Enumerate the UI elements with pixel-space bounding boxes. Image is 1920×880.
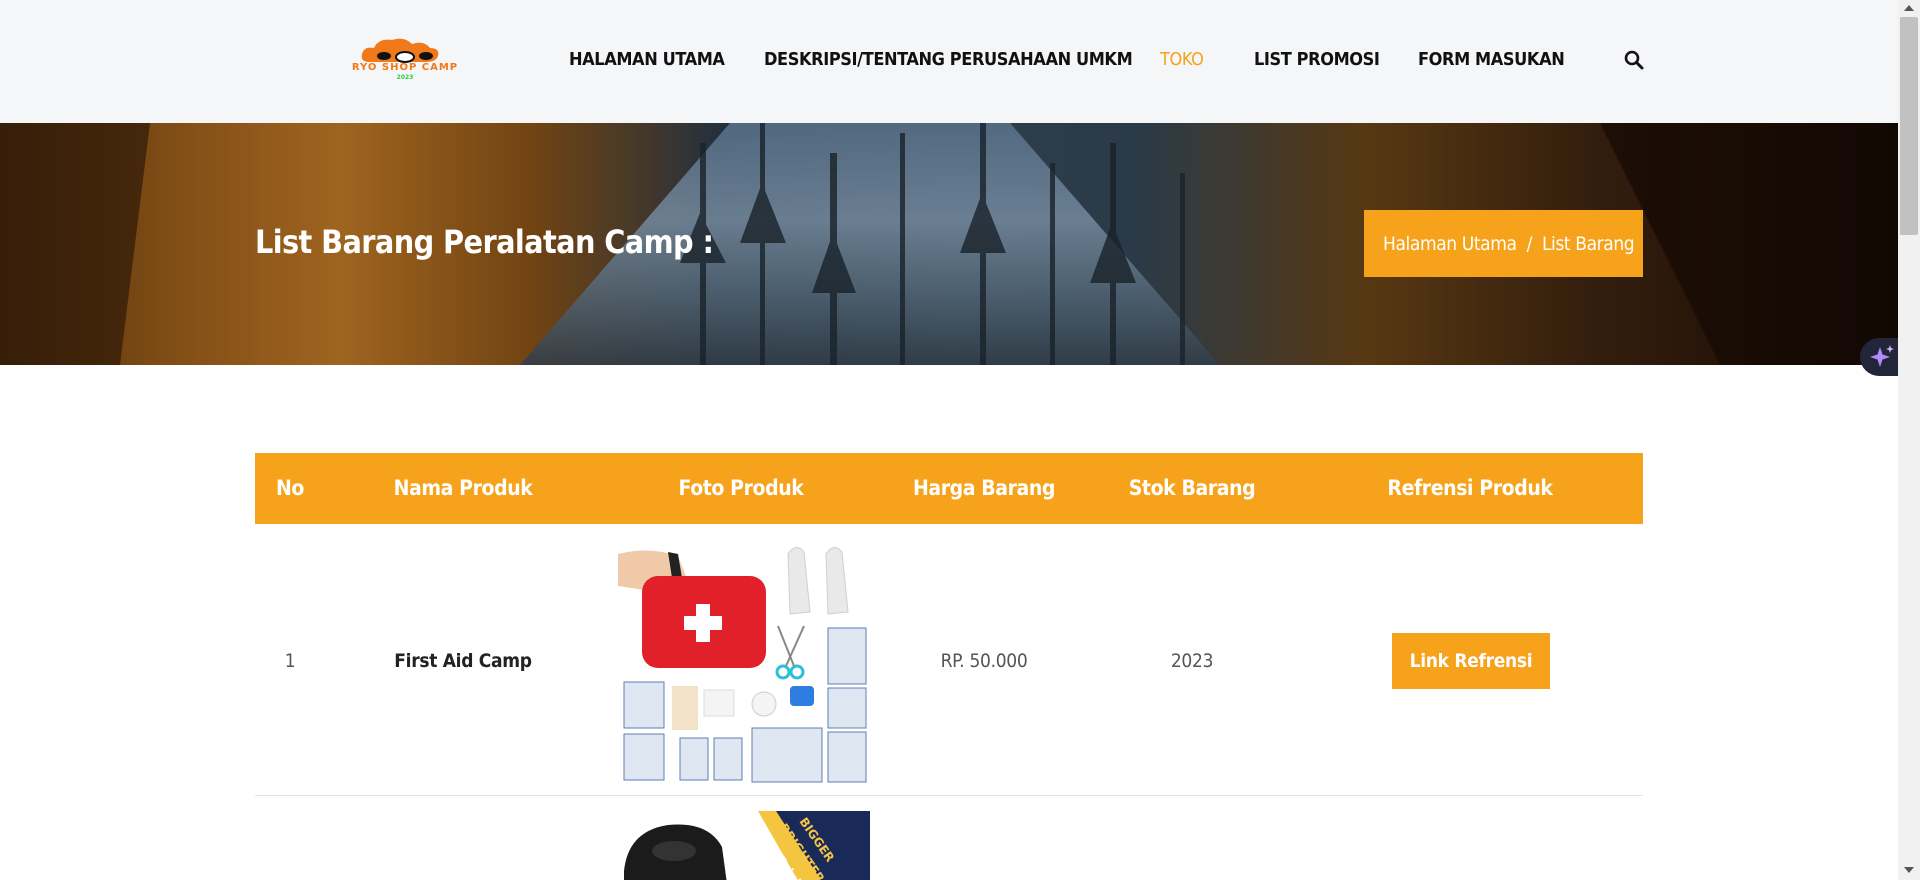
sparkle-icon: [1870, 345, 1894, 367]
table-row: 1 First Aid Camp RP. 50.000 2023 Link Re…: [255, 524, 1643, 796]
nav-item-toko[interactable]: TOKO: [1160, 49, 1204, 70]
nav-item-list-promosi[interactable]: LIST PROMOSI: [1254, 49, 1380, 70]
search-icon[interactable]: [1623, 49, 1645, 71]
scroll-down-arrow-icon[interactable]: [1904, 867, 1914, 873]
product-photo: BIGGER BRIGHTER LED Bright: [618, 811, 870, 880]
column-header-nama-produk: Nama Produk: [393, 476, 533, 500]
main-nav: HALAMAN UTAMA DESKRIPSI/TENTANG PERUSAHA…: [0, 49, 1898, 73]
page-scrollbar[interactable]: [1898, 0, 1920, 880]
breadcrumb: Halaman Utama / List Barang: [1364, 210, 1643, 277]
column-header-stok-barang: Stok Barang: [1128, 476, 1256, 500]
cell-no: 1: [284, 650, 296, 672]
product-photo: [618, 542, 870, 786]
cell-stock: 2023: [1170, 650, 1214, 672]
breadcrumb-home-link[interactable]: Halaman Utama: [1383, 233, 1517, 255]
link-refrensi-button[interactable]: Link Refrensi: [1392, 633, 1550, 689]
cell-price: RP. 50.000: [940, 650, 1028, 672]
logo-year: 2023: [396, 74, 414, 81]
column-header-harga-barang: Harga Barang: [912, 476, 1056, 500]
page-title: List Barang Peralatan Camp :: [255, 223, 714, 261]
table-header: No Nama Produk Foto Produk Harga Barang …: [255, 453, 1643, 524]
nav-item-halaman-utama[interactable]: HALAMAN UTAMA: [569, 49, 725, 70]
column-header-refrensi-produk: Refrensi Produk: [1387, 476, 1553, 500]
column-header-no: No: [276, 476, 304, 500]
table-row: BIGGER BRIGHTER LED Bright: [255, 796, 1643, 880]
cell-product-name: First Aid Camp: [394, 650, 532, 672]
nav-item-deskripsi[interactable]: DESKRIPSI/TENTANG PERUSAHAAN UMKM: [764, 49, 1133, 70]
breadcrumb-separator: /: [1526, 232, 1533, 255]
breadcrumb-current: List Barang: [1541, 232, 1635, 255]
column-header-foto-produk: Foto Produk: [678, 476, 804, 500]
scroll-up-arrow-icon[interactable]: [1904, 5, 1914, 11]
nav-item-form-masukan[interactable]: FORM MASUKAN: [1418, 49, 1565, 70]
scroll-thumb[interactable]: [1900, 17, 1918, 235]
site-header: RYO SHOP CAMP 2023 HALAMAN UTAMA DESKRIP…: [0, 0, 1898, 123]
